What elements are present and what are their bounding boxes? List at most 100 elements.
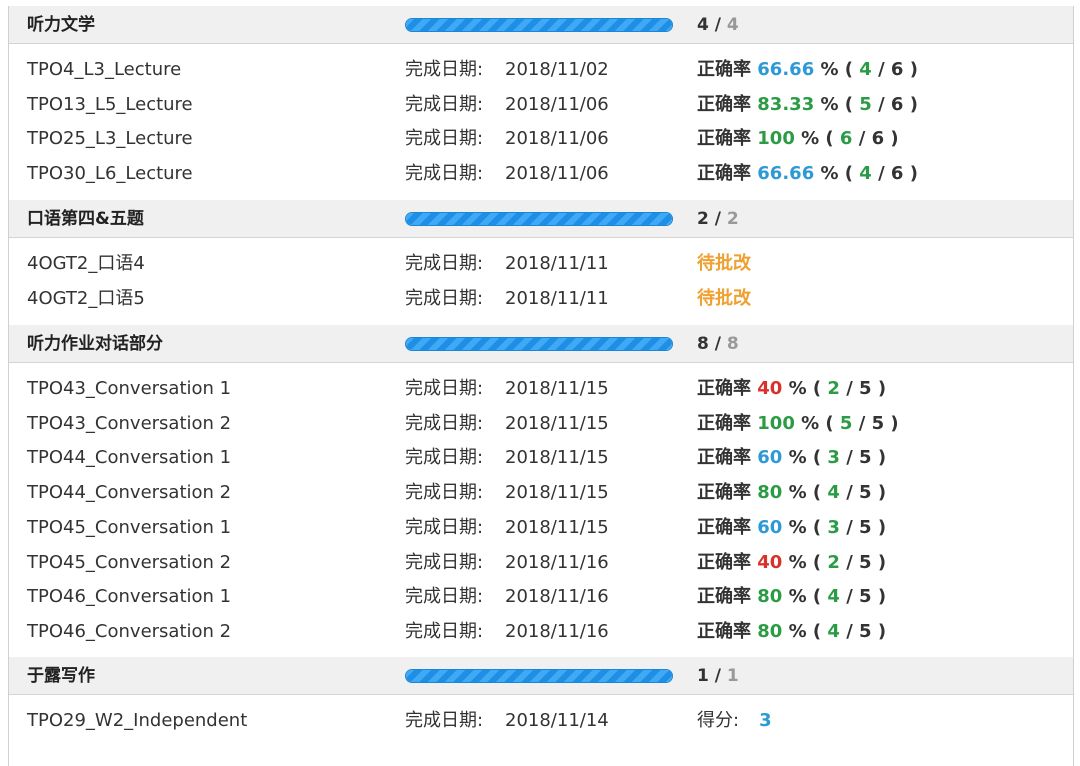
- completed-count: 1: [697, 666, 709, 686]
- question-count: 5: [859, 447, 872, 469]
- section-title: 听力文学: [27, 15, 95, 35]
- task-name[interactable]: TPO29_W2_Independent: [27, 704, 247, 738]
- question-count: 5: [859, 482, 872, 504]
- task-name[interactable]: TPO45_Conversation 1: [27, 511, 231, 545]
- task-result: 待批改: [697, 282, 751, 316]
- task-row[interactable]: TPO25_L3_Lecture 完成日期: 2018/11/06 正确率 100 %…: [9, 122, 1073, 156]
- question-count: 5: [871, 412, 885, 434]
- completion-date: 2018/11/11: [505, 253, 609, 274]
- correct-count: 5: [839, 412, 853, 434]
- completion-date: 2018/11/06: [505, 128, 609, 150]
- task-result: 正确率 66.66 % ( 4 / 6 ): [697, 59, 918, 80]
- accuracy-percent: 66.66: [757, 163, 815, 185]
- section-header[interactable]: 听力文学 4 / 4: [9, 6, 1073, 44]
- task-row[interactable]: 4OGT2_口语4 完成日期: 2018/11/11 待批改: [9, 247, 1073, 281]
- accuracy-label: 正确率: [697, 128, 751, 150]
- accuracy-percent: 40: [757, 551, 783, 573]
- progress-bar: [405, 337, 673, 351]
- task-row[interactable]: TPO4_L3_Lecture 完成日期: 2018/11/02 正确率 66.66 …: [9, 53, 1073, 87]
- accuracy-label: 正确率: [697, 163, 751, 185]
- completion-date-label: 完成日期:: [405, 516, 484, 538]
- total-count: 8: [726, 334, 739, 354]
- question-count: 6: [890, 93, 904, 115]
- correct-count: 4: [859, 59, 872, 80]
- accuracy-label: 正确率: [697, 59, 751, 80]
- task-name[interactable]: TPO44_Conversation 1: [27, 441, 231, 475]
- completion-date: 2018/11/15: [505, 447, 609, 469]
- task-name[interactable]: TPO4_L3_Lecture: [27, 53, 181, 87]
- completion-date-label: 完成日期:: [405, 586, 484, 608]
- completion-date-label: 完成日期:: [405, 253, 484, 274]
- task-result: 正确率 80 % ( 4 / 5 ): [697, 482, 887, 504]
- accuracy-label: 正确率: [697, 551, 751, 573]
- accuracy-percent: 80: [757, 482, 783, 504]
- task-name[interactable]: 4OGT2_口语4: [27, 247, 145, 281]
- task-row[interactable]: TPO13_L5_Lecture 完成日期: 2018/11/06 正确率 83.33…: [9, 88, 1073, 122]
- task-name[interactable]: TPO43_Conversation 1: [27, 372, 231, 406]
- task-row[interactable]: 4OGT2_口语5 完成日期: 2018/11/11 待批改: [9, 282, 1073, 316]
- task-result: 正确率 60 % ( 3 / 5 ): [697, 516, 887, 538]
- completion-count: 1 / 1: [697, 657, 739, 695]
- score-value: 3: [759, 710, 772, 731]
- section-header[interactable]: 听力作业对话部分 8 / 8: [9, 325, 1073, 363]
- count-separator: /: [708, 666, 727, 686]
- task-row[interactable]: TPO45_Conversation 2 完成日期: 2018/11/16 正确率 4…: [9, 546, 1073, 580]
- accuracy-percent: 66.66: [757, 59, 815, 80]
- progress-fill: [406, 213, 672, 225]
- task-name[interactable]: TPO46_Conversation 2: [27, 615, 231, 649]
- task-row[interactable]: TPO44_Conversation 2 完成日期: 2018/11/15 正确率 8…: [9, 476, 1073, 510]
- progress-fill: [406, 338, 672, 350]
- task-row[interactable]: TPO43_Conversation 1 完成日期: 2018/11/15 正确率 4…: [9, 372, 1073, 406]
- accuracy-percent: 40: [757, 378, 783, 399]
- task-name[interactable]: TPO13_L5_Lecture: [27, 88, 193, 122]
- total-count: 4: [726, 15, 739, 35]
- section-header[interactable]: 口语第四&五题 2 / 2: [9, 200, 1073, 238]
- completion-date-label: 完成日期:: [405, 710, 484, 731]
- correct-count: 6: [839, 128, 853, 150]
- completion-date: 2018/11/16: [505, 620, 609, 642]
- task-result: 正确率 60 % ( 3 / 5 ): [697, 447, 887, 469]
- task-result: 正确率 100 % ( 5 / 5 ): [697, 412, 899, 434]
- completion-date-label: 完成日期:: [405, 412, 484, 434]
- task-name[interactable]: TPO46_Conversation 1: [27, 580, 231, 614]
- progress-fill: [406, 670, 672, 682]
- progress-bar: [405, 669, 673, 683]
- completion-date-label: 完成日期:: [405, 93, 484, 115]
- accuracy-percent: 60: [757, 516, 783, 538]
- task-row[interactable]: TPO45_Conversation 1 完成日期: 2018/11/15 正确率 6…: [9, 511, 1073, 545]
- task-name[interactable]: 4OGT2_口语5: [27, 282, 145, 316]
- task-row[interactable]: TPO30_L6_Lecture 完成日期: 2018/11/06 正确率 66.66…: [9, 157, 1073, 191]
- accuracy-percent: 100: [757, 128, 795, 150]
- task-row[interactable]: TPO44_Conversation 1 完成日期: 2018/11/15 正确率 6…: [9, 441, 1073, 475]
- task-name[interactable]: TPO30_L6_Lecture: [27, 157, 193, 191]
- completion-date-label: 完成日期:: [405, 287, 484, 309]
- task-result: 正确率 40 % ( 2 / 5 ): [697, 378, 887, 399]
- accuracy-label: 正确率: [697, 586, 751, 608]
- accuracy-label: 正确率: [697, 620, 751, 642]
- task-result: 得分: 3: [697, 704, 772, 738]
- task-row[interactable]: TPO46_Conversation 1 完成日期: 2018/11/16 正确率 8…: [9, 580, 1073, 614]
- task-result: 正确率 40 % ( 2 / 5 ): [697, 551, 887, 573]
- completed-count: 4: [697, 15, 709, 35]
- total-count: 2: [726, 209, 739, 229]
- task-name[interactable]: TPO25_L3_Lecture: [27, 122, 193, 156]
- task-row[interactable]: TPO29_W2_Independent 完成日期: 2018/11/14 得分: 3: [9, 704, 1073, 738]
- task-report-panel: 听力文学 4 / 4 TPO4_L3_Lecture 完成日期: 2018/11/02 正…: [0, 0, 1080, 766]
- completion-date: 2018/11/06: [505, 163, 609, 185]
- completion-date-label: 完成日期:: [405, 620, 484, 642]
- completion-count: 2 / 2: [697, 200, 739, 238]
- section-header[interactable]: 于露写作 1 / 1: [9, 657, 1073, 695]
- question-count: 6: [890, 59, 904, 80]
- completion-count: 8 / 8: [697, 325, 739, 363]
- task-row[interactable]: TPO43_Conversation 2 完成日期: 2018/11/15 正确率 1…: [9, 407, 1073, 441]
- task-name[interactable]: TPO45_Conversation 2: [27, 546, 231, 580]
- correct-count: 2: [827, 551, 840, 573]
- question-count: 5: [859, 551, 872, 573]
- progress-bar: [405, 18, 673, 32]
- accuracy-label: 正确率: [697, 378, 751, 399]
- count-separator: /: [708, 334, 727, 354]
- task-row[interactable]: TPO46_Conversation 2 完成日期: 2018/11/16 正确率 8…: [9, 615, 1073, 649]
- task-name[interactable]: TPO43_Conversation 2: [27, 407, 231, 441]
- task-name[interactable]: TPO44_Conversation 2: [27, 476, 231, 510]
- section-title: 于露写作: [27, 666, 95, 686]
